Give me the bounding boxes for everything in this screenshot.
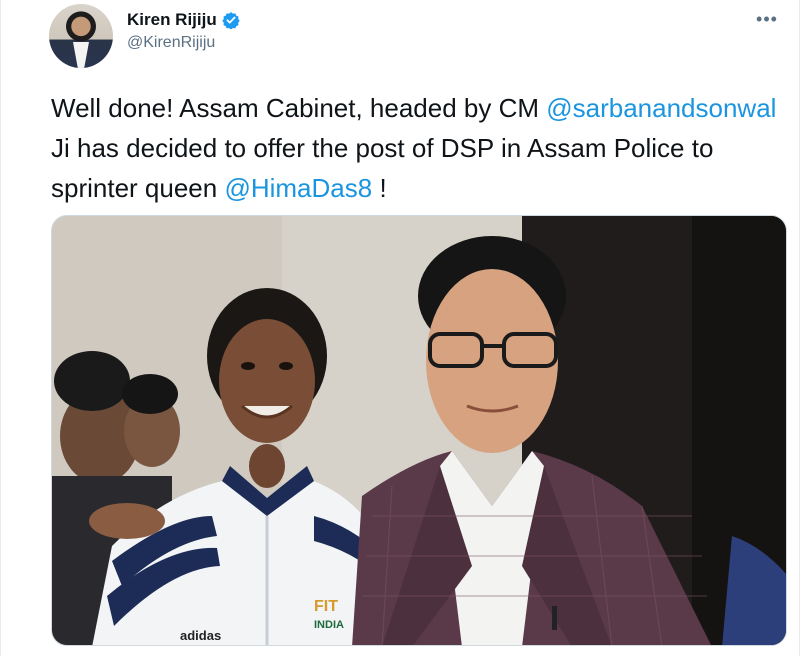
- tweet-text-segment: !: [372, 173, 387, 203]
- jacket-india-text: INDIA: [314, 619, 344, 631]
- more-options-icon[interactable]: •••: [755, 10, 779, 28]
- tweet-card: Kiren Rijiju @KirenRijiju ••• Well done!…: [0, 0, 800, 656]
- jacket-fit-text: FIT: [314, 598, 338, 615]
- avatar-shirt: [73, 42, 89, 68]
- verified-badge-icon: [222, 11, 240, 30]
- mention-link-sarbanandsonwal[interactable]: @sarbanandsonwal: [546, 93, 776, 123]
- author-name-row: Kiren Rijiju: [127, 10, 240, 30]
- author-info: Kiren Rijiju @KirenRijiju: [127, 10, 240, 52]
- tweet-text-segment: Well done! Assam Cabinet, headed by CM: [51, 93, 547, 123]
- tweet-photo[interactable]: FIT INDIA adidas: [51, 215, 787, 646]
- mention-link-himadas8[interactable]: @HimaDas8: [224, 173, 372, 203]
- tweet-text: Well done! Assam Cabinet, headed by CM @…: [51, 88, 781, 208]
- jacket-logo-text: adidas: [180, 628, 221, 643]
- author-avatar[interactable]: [49, 4, 113, 68]
- photo-illustration: FIT INDIA adidas: [52, 216, 786, 645]
- author-display-name[interactable]: Kiren Rijiju: [127, 10, 217, 30]
- tweet-header: Kiren Rijiju @KirenRijiju •••: [49, 4, 779, 70]
- author-handle[interactable]: @KirenRijiju: [127, 34, 240, 52]
